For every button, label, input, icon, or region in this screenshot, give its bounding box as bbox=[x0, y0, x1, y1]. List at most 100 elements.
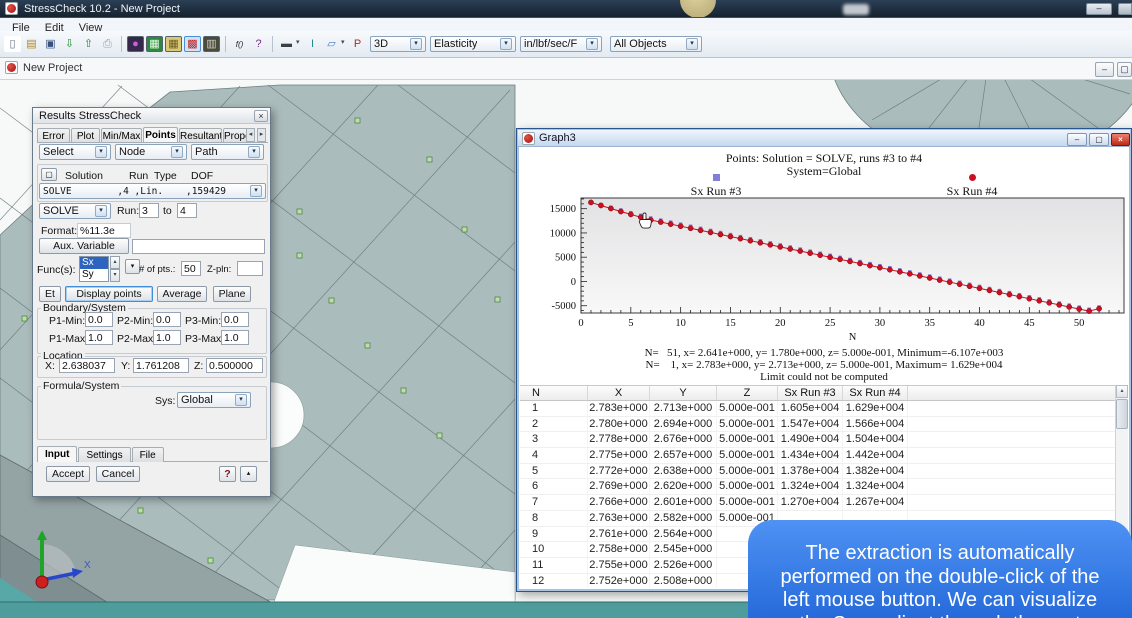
function-item-sy[interactable]: Sy bbox=[80, 269, 108, 281]
location-y-input[interactable] bbox=[133, 358, 189, 373]
boundary-input-p3max[interactable] bbox=[221, 330, 249, 345]
solve-dropdown[interactable]: SOLVE▾ bbox=[39, 203, 111, 219]
location-z-input[interactable] bbox=[206, 358, 263, 373]
path-dropdown[interactable]: Path▾ bbox=[191, 144, 264, 160]
table-row[interactable]: 72.766e+0002.601e+0005.000e-0011.270e+00… bbox=[520, 495, 1128, 511]
tab-points[interactable]: Points bbox=[143, 127, 178, 143]
bottom-tab-file[interactable]: File bbox=[132, 447, 164, 462]
table-row[interactable]: 22.780e+0002.694e+0005.000e-0011.547e+00… bbox=[520, 417, 1128, 433]
spinner-down-icon[interactable]: ▾ bbox=[110, 269, 120, 282]
aux-variable-button[interactable]: Aux. Variable bbox=[39, 238, 129, 254]
scroll-thumb[interactable] bbox=[1116, 399, 1128, 429]
column-header-x[interactable]: X bbox=[588, 386, 650, 400]
sys-dropd own[interactable]: Global▾ bbox=[177, 392, 251, 408]
solution-row-combo[interactable]: SOLVE ,4 ,Lin. ,159429▾ bbox=[39, 183, 266, 199]
function-dropdown-button[interactable]: ▾ bbox=[125, 259, 140, 274]
cancel-button[interactable]: Cancel bbox=[96, 466, 140, 482]
table-row[interactable]: 12.783e+0002.713e+0005.000e-0011.605e+00… bbox=[520, 401, 1128, 417]
green-chest-icon[interactable]: ▦ bbox=[146, 36, 163, 52]
help-button[interactable]: ? bbox=[219, 466, 236, 482]
spinner-up-icon[interactable]: ▴ bbox=[110, 256, 120, 269]
function-listbox[interactable]: SxSy bbox=[79, 256, 109, 282]
table-row[interactable]: 62.769e+0002.620e+0005.000e-0011.324e+00… bbox=[520, 479, 1128, 495]
help-icon[interactable]: ? bbox=[250, 36, 267, 52]
table-row[interactable]: 52.772e+0002.638e+0005.000e-0011.378e+00… bbox=[520, 464, 1128, 480]
table-row[interactable]: 32.778e+0002.676e+0005.000e-0011.490e+00… bbox=[520, 432, 1128, 448]
run-label: Run: bbox=[117, 205, 139, 217]
tab-plot[interactable]: Plot bbox=[71, 128, 100, 143]
tan-chest-icon[interactable]: ▦ bbox=[165, 36, 182, 52]
function-item-sx[interactable]: Sx bbox=[80, 257, 108, 269]
solution-grid-button[interactable]: ▢ bbox=[41, 168, 57, 181]
boundary-input-p3min[interactable] bbox=[221, 312, 249, 327]
objects-filter-dropdown[interactable]: All Objects▾ bbox=[610, 36, 702, 52]
column-header-z[interactable]: Z bbox=[717, 386, 778, 400]
results-dialog-titlebar[interactable]: Results StressCheck bbox=[33, 108, 270, 124]
mesh-view-icon[interactable]: ▩ bbox=[184, 36, 201, 52]
app-minimize-button[interactable]: – bbox=[1086, 3, 1112, 15]
points-icon[interactable]: P bbox=[349, 36, 366, 52]
table-row[interactable]: 42.775e+0002.657e+0005.000e-0011.434e+00… bbox=[520, 448, 1128, 464]
boundary-input-p2max[interactable] bbox=[153, 330, 181, 345]
boundary-input-p1max[interactable] bbox=[85, 330, 113, 345]
accept-button[interactable]: Accept bbox=[46, 466, 90, 482]
graph-close-button[interactable]: × bbox=[1111, 133, 1130, 146]
column-header-sxrun3[interactable]: Sx Run #3 bbox=[778, 386, 843, 400]
results-dialog-close-button[interactable]: × bbox=[254, 110, 268, 122]
column-header-n[interactable]: N bbox=[520, 386, 588, 400]
plot-area[interactable]: 05101520253035404550-5000050001000015000… bbox=[520, 195, 1128, 347]
plane-button[interactable]: Plane bbox=[213, 286, 251, 302]
zpln-input[interactable] bbox=[237, 261, 263, 276]
scroll-up-icon[interactable]: ▴ bbox=[1116, 385, 1128, 398]
app-maximize-button[interactable] bbox=[1118, 3, 1132, 15]
location-x-input[interactable] bbox=[59, 358, 115, 373]
new-document-icon[interactable]: ▯ bbox=[4, 36, 21, 52]
analysis-type-dropdown[interactable]: Elasticity▾ bbox=[430, 36, 516, 52]
display-points-button[interactable]: Display points bbox=[65, 286, 153, 302]
x-tick-label: 25 bbox=[825, 318, 836, 329]
et-button[interactable]: Et bbox=[39, 286, 61, 302]
dimension-dropdown[interactable]: 3D▾ bbox=[370, 36, 426, 52]
export-model-icon[interactable]: ⇧ bbox=[80, 36, 97, 52]
tab-error[interactable]: Error bbox=[37, 128, 70, 143]
num-points-input[interactable] bbox=[181, 261, 201, 276]
bottom-tab-settings[interactable]: Settings bbox=[78, 447, 130, 462]
print-icon[interactable]: ⎙ bbox=[99, 36, 116, 52]
entity-dropdown[interactable]: Node▾ bbox=[115, 144, 187, 160]
display-options-icon[interactable]: ▬ bbox=[278, 36, 295, 52]
tab-resultant[interactable]: Resultant bbox=[179, 128, 222, 143]
boundary-input-p1min[interactable] bbox=[85, 312, 113, 327]
import-model-icon[interactable]: ⇩ bbox=[61, 36, 78, 52]
dof-col-label: DOF bbox=[191, 170, 213, 182]
graph-minimize-button[interactable]: – bbox=[1067, 133, 1087, 146]
graph-maximize-button[interactable]: ▢ bbox=[1089, 133, 1109, 146]
run-from-input[interactable] bbox=[139, 203, 159, 218]
function-list-spinner[interactable]: ▴ ▾ bbox=[110, 256, 120, 282]
child-maximize-button[interactable]: ▢ bbox=[1117, 62, 1132, 77]
ibeam-icon[interactable]: I bbox=[304, 36, 321, 52]
format-input[interactable] bbox=[77, 223, 131, 238]
aux-variable-input[interactable] bbox=[132, 239, 265, 254]
open-folder-icon[interactable]: ▤ bbox=[23, 36, 40, 52]
chevron-down-icon[interactable]: ▾ bbox=[296, 31, 303, 55]
tab-minmax[interactable]: Min/Max bbox=[101, 128, 142, 143]
select-dropdown[interactable]: Select▾ bbox=[39, 144, 111, 160]
collapse-button[interactable]: ▴ bbox=[240, 466, 257, 482]
column-header-y[interactable]: Y bbox=[650, 386, 717, 400]
function-icon[interactable]: f() bbox=[231, 36, 248, 52]
run-to-input[interactable] bbox=[177, 203, 197, 218]
tab-scroll-left-button[interactable]: ◂ bbox=[246, 128, 255, 142]
column-header-sxrun4[interactable]: Sx Run #4 bbox=[843, 386, 908, 400]
units-dropdown[interactable]: in/lbf/sec/F▾ bbox=[520, 36, 602, 52]
average-button[interactable]: Average bbox=[157, 286, 207, 302]
bottom-tab-input[interactable]: Input bbox=[37, 446, 77, 462]
chevron-down-icon[interactable]: ▾ bbox=[341, 31, 348, 55]
select-mode-icon[interactable]: ▱ bbox=[323, 36, 340, 52]
graph-titlebar[interactable]: Graph3 – ▢ × bbox=[518, 130, 1130, 147]
child-minimize-button[interactable]: – bbox=[1095, 62, 1114, 77]
dark-chest-icon[interactable]: ▥ bbox=[203, 36, 220, 52]
save-icon[interactable]: ▣ bbox=[42, 36, 59, 52]
boundary-input-p2min[interactable] bbox=[153, 312, 181, 327]
tab-scroll-right-button[interactable]: ▸ bbox=[257, 128, 266, 142]
sphere-view-icon[interactable]: ● bbox=[127, 36, 144, 52]
